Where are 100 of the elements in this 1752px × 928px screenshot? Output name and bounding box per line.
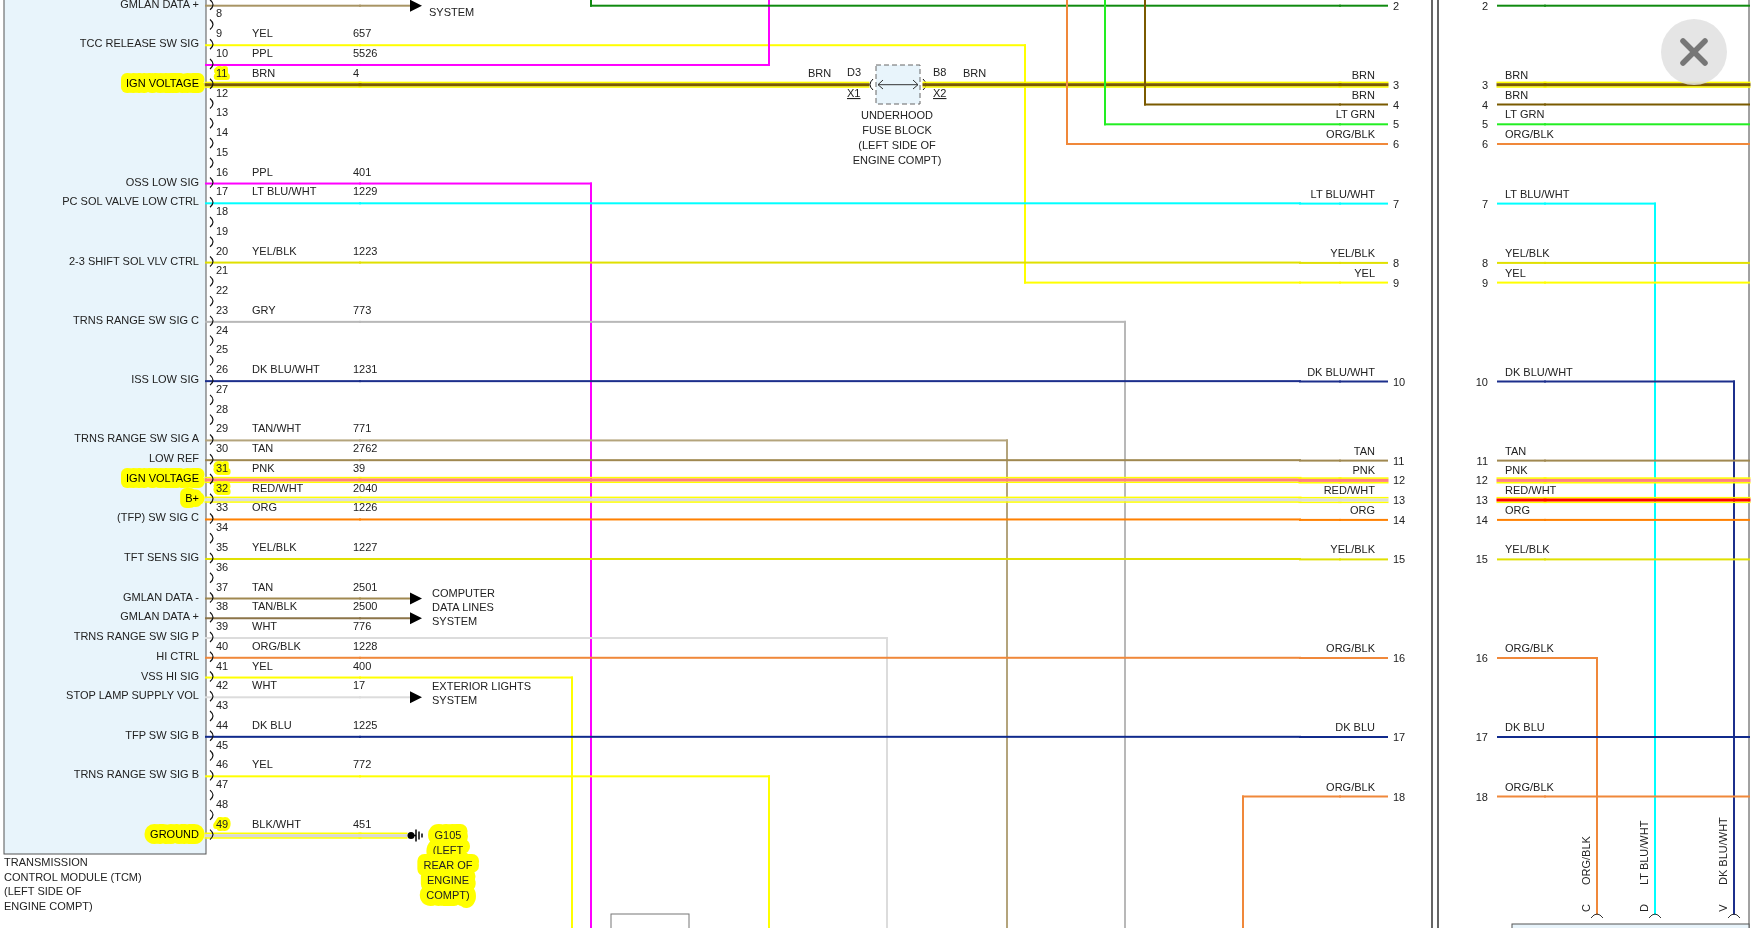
wire-color-label: YEL/BLK bbox=[252, 541, 297, 553]
pin-number: 17 bbox=[1393, 731, 1406, 743]
pin-number: 27 bbox=[216, 382, 229, 395]
wire-color-label: LT BLU/WHT bbox=[1505, 187, 1570, 200]
wire-color-label: BRN bbox=[1505, 88, 1529, 101]
pin-number: 3 bbox=[1481, 78, 1488, 91]
circuit-number: 776 bbox=[353, 620, 372, 632]
pin-number: 11 bbox=[1393, 454, 1405, 467]
pin-number: 3 bbox=[1393, 78, 1400, 91]
pin-number: 9 bbox=[1393, 276, 1400, 289]
wire-color-label: PPL bbox=[252, 47, 273, 59]
wire-color-label: DK BLU/WHT bbox=[1307, 365, 1375, 378]
destination-caption: SYSTEM bbox=[429, 5, 475, 18]
pin-label: ISS LOW SIG bbox=[131, 373, 199, 386]
circuit-number: 17 bbox=[353, 679, 366, 692]
pin-number: 30 bbox=[216, 442, 229, 455]
wire-color-label: PNK bbox=[252, 461, 275, 474]
destination-caption: EXTERIOR LIGHTS SYSTEM bbox=[432, 680, 532, 706]
wire-color-label: BLK/WHT bbox=[252, 817, 301, 830]
pin-label: TRNS RANGE SW SIG A bbox=[74, 432, 199, 445]
pin-label: TRNS RANGE SW SIG P bbox=[73, 630, 199, 642]
circuit-number: 401 bbox=[353, 165, 372, 178]
wire-color-label: LT BLU/WHT bbox=[252, 185, 317, 198]
ground-icon bbox=[407, 828, 423, 843]
wire-color-label: TAN/WHT bbox=[252, 422, 302, 435]
wire-color-label: ORG/BLK bbox=[1580, 836, 1592, 885]
circuit-number: 2501 bbox=[353, 580, 378, 593]
pin-number: 26 bbox=[216, 363, 229, 376]
circuit-number: 1229 bbox=[353, 185, 378, 198]
circuit-number: 400 bbox=[353, 659, 372, 672]
wire-color-label: ORG bbox=[1505, 503, 1531, 516]
wire-color-label: YEL/BLK bbox=[1505, 246, 1550, 259]
circuit-number: 1231 bbox=[353, 363, 378, 376]
pin-number: 15 bbox=[216, 145, 229, 158]
pin-number: 4 bbox=[1481, 98, 1488, 111]
wire-color-label: RED/WHT bbox=[252, 481, 304, 494]
wire-color-label: LT GRN bbox=[1505, 108, 1545, 121]
pin-number: 14 bbox=[216, 126, 229, 138]
pin-label: 2-3 SHIFT SOL VLV CTRL bbox=[69, 254, 199, 267]
wire-color-label: BRN bbox=[1351, 68, 1375, 81]
pin-label: TFP SW SIG B bbox=[125, 728, 199, 741]
wire-color-label: ORG/BLK bbox=[252, 639, 301, 652]
pin-number: 22 bbox=[216, 284, 229, 297]
cavity-label: D3 bbox=[847, 66, 862, 78]
wire-color-label: YEL bbox=[1354, 266, 1375, 279]
pin-number: 21 bbox=[216, 264, 229, 277]
pin-label: STOP LAMP SUPPLY VOL bbox=[66, 689, 199, 702]
pin-number: 19 bbox=[216, 224, 229, 237]
pin-label: TFT SENS SIG bbox=[124, 551, 199, 563]
wire-color-label: ORG bbox=[1349, 503, 1375, 516]
circuit-number: 2040 bbox=[353, 481, 378, 494]
wire-color-label: ORG/BLK bbox=[1326, 128, 1375, 140]
pin-number: 14 bbox=[1393, 513, 1406, 526]
wire-color-label: TAN bbox=[1505, 444, 1527, 457]
pin-label: VSS HI SIG bbox=[140, 669, 199, 682]
pin-number: 6 bbox=[1481, 138, 1488, 150]
pin-number: 37 bbox=[216, 580, 229, 593]
wire-color-label: BRN bbox=[808, 67, 832, 79]
pin-number: 8 bbox=[216, 7, 223, 20]
pin-number: 10 bbox=[216, 47, 229, 59]
wire-color-label: ORG/BLK bbox=[1326, 642, 1375, 654]
pin-number: 8 bbox=[1393, 256, 1400, 269]
cavity-label: B8 bbox=[933, 66, 947, 78]
pin-number: 13 bbox=[216, 106, 229, 119]
pin-label: OSS LOW SIG bbox=[125, 175, 199, 188]
wire-color-label: DK BLU/WHT bbox=[1717, 817, 1729, 885]
circuit-number: 39 bbox=[353, 461, 366, 474]
pin-number: 10 bbox=[1475, 375, 1488, 388]
arrow-head-icon bbox=[410, 0, 422, 12]
wire-color-label: TAN bbox=[252, 580, 274, 593]
wire-color-label: DK BLU bbox=[252, 718, 292, 731]
circuit-number: 1225 bbox=[353, 718, 378, 731]
pin-number: 17 bbox=[1475, 731, 1488, 743]
wire-color-label: ORG/BLK bbox=[1505, 128, 1554, 140]
pin-number: 14 bbox=[1475, 513, 1488, 526]
wire-color-label: YEL/BLK bbox=[252, 244, 297, 257]
cavity-label: D bbox=[1638, 904, 1650, 912]
pin-number: 41 bbox=[216, 659, 229, 672]
pin-number: 46 bbox=[216, 758, 229, 771]
pin-number: 31 bbox=[216, 461, 229, 474]
pin-label: GMLAN DATA + bbox=[120, 0, 199, 10]
connector-label: X2 bbox=[933, 87, 947, 99]
circuit-number: 2500 bbox=[353, 600, 378, 613]
wire-color-label: GRY bbox=[252, 303, 276, 316]
pin-number: 16 bbox=[1393, 652, 1406, 664]
pin-number: 18 bbox=[1475, 790, 1488, 803]
wire-color-label: ORG bbox=[252, 501, 278, 514]
pin-number: 24 bbox=[216, 323, 229, 336]
pin-number: 32 bbox=[216, 481, 229, 494]
terminal-icon bbox=[1590, 913, 1604, 919]
pin-label: (TFP) SW SIG C bbox=[117, 511, 199, 524]
pin-number: 11 bbox=[216, 66, 228, 79]
wire-color-label: BRN bbox=[1505, 68, 1529, 81]
pin-label: GMLAN DATA - bbox=[123, 590, 199, 603]
pin-number: 17 bbox=[216, 185, 229, 198]
pin-number: 45 bbox=[216, 738, 229, 751]
pin-number: 5 bbox=[1393, 118, 1400, 131]
pin-number: 2 bbox=[1481, 0, 1488, 12]
pin-number: 48 bbox=[216, 797, 229, 810]
pin-number: 38 bbox=[216, 600, 229, 613]
